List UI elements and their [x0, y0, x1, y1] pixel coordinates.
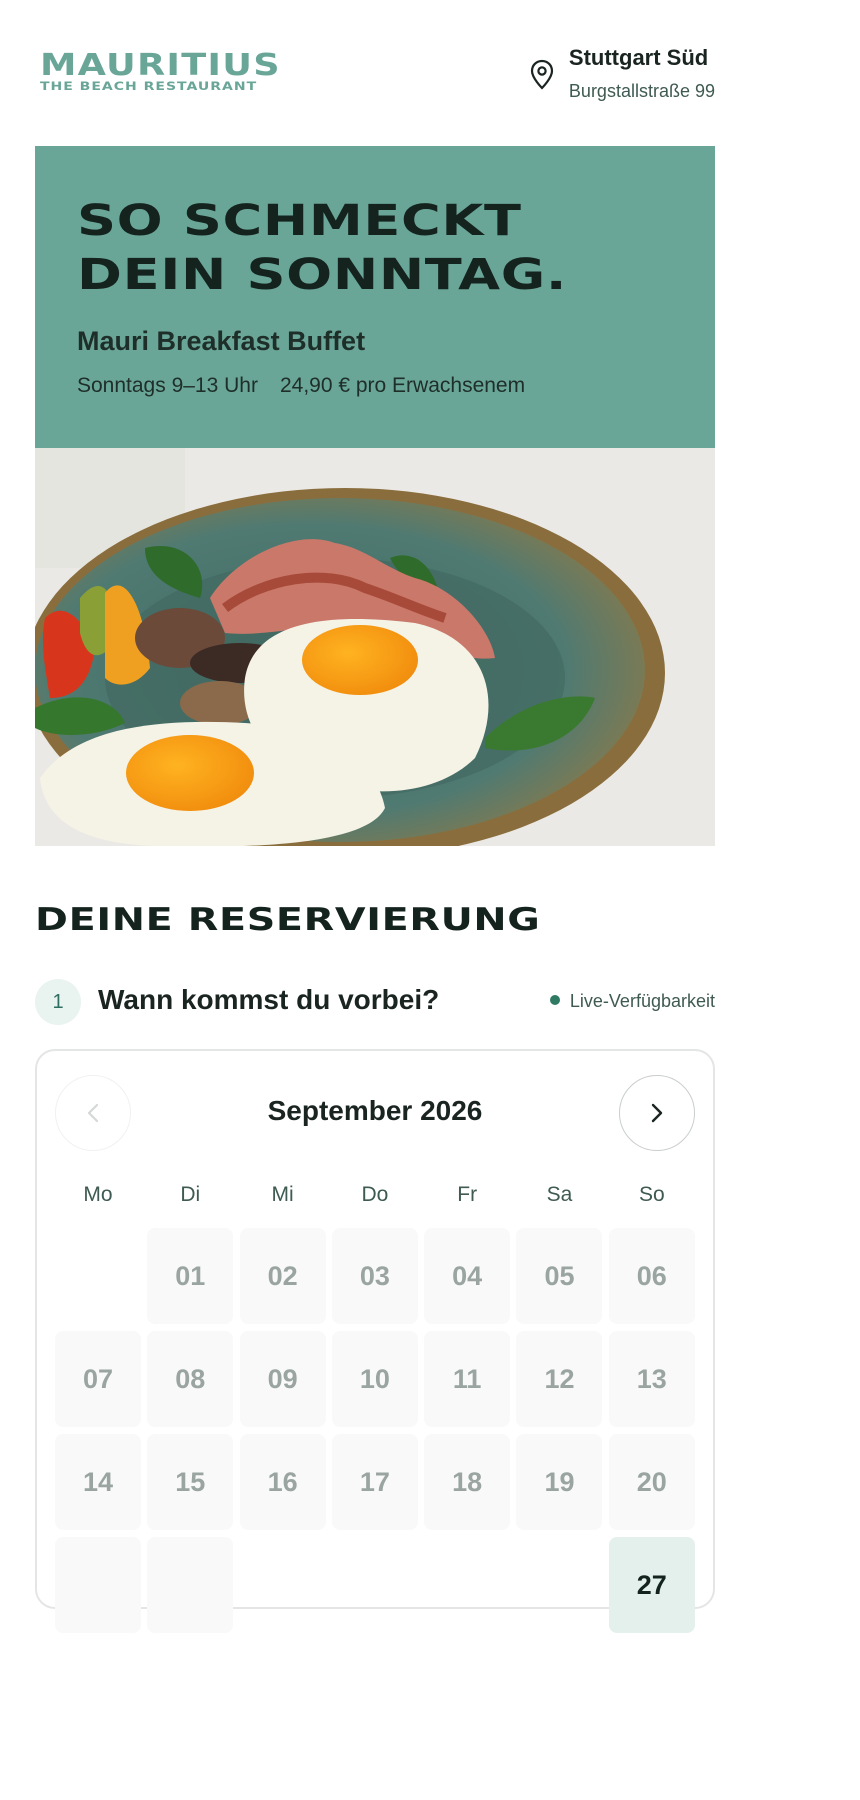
calendar-day[interactable]: 11	[424, 1331, 511, 1427]
live-availability-indicator: Live-Verfügbarkeit	[549, 991, 715, 1012]
logo-sub-text: THE BEACH RESTAURANT	[40, 79, 258, 93]
calendar-day[interactable]: 12	[516, 1331, 603, 1427]
calendar-day[interactable]	[147, 1537, 234, 1633]
logo[interactable]: MAURITIUS THE BEACH RESTAURANT	[40, 51, 280, 94]
hero-title-line-2: DEIN SONNTAG.	[77, 250, 568, 300]
calendar-day[interactable]: 01	[147, 1228, 234, 1324]
live-availability-label: Live-Verfügbarkeit	[569, 991, 715, 1011]
calendar-day[interactable]: 17	[331, 1434, 418, 1530]
weekday-label: Mo	[83, 1183, 113, 1206]
hero-subtitle: Mauri Breakfast Buffet	[77, 326, 366, 356]
calendar-day[interactable]: 06	[608, 1228, 695, 1324]
map-pin-icon	[530, 59, 554, 90]
step-number-badge: 1	[35, 979, 81, 1025]
calendar-empty-cell	[240, 1537, 326, 1633]
calendar-month-label: September 2026	[267, 1095, 483, 1126]
calendar-day[interactable]: 19	[516, 1434, 603, 1530]
weekday-header-row: Mo Di Mi Do Fr Sa So	[55, 1183, 697, 1207]
hero-title: SO SCHMECKT DEIN SONNTAG.	[77, 194, 567, 302]
calendar-day[interactable]: 18	[424, 1434, 511, 1530]
breakfast-plate-illustration	[35, 448, 715, 846]
calendar-day[interactable]: 13	[608, 1331, 695, 1427]
calendar-day[interactable]: 02	[239, 1228, 326, 1324]
site-header: MAURITIUS THE BEACH RESTAURANT Stuttgart…	[35, 40, 715, 110]
calendar-day[interactable]: 03	[331, 1228, 418, 1324]
date-picker-calendar: September 2026 Mo Di Mi Do Fr Sa So 01 0…	[35, 1049, 715, 1633]
calendar-day[interactable]	[55, 1537, 141, 1633]
step-label: Wann kommst du vorbei?	[98, 984, 440, 1015]
chevron-right-icon	[651, 1103, 663, 1123]
location-name: Stuttgart Süd	[568, 45, 709, 70]
next-month-button[interactable]	[619, 1075, 695, 1151]
calendar-day[interactable]: 08	[147, 1331, 234, 1427]
hero-meta: Sonntags 9–13 Uhr 24,90 € pro Erwachsenem	[77, 374, 525, 398]
calendar-day[interactable]: 05	[516, 1228, 603, 1324]
location-selector[interactable]: Stuttgart Süd Burgstallstraße 99	[530, 43, 715, 106]
reservation-title: DEINE RESERVIERUNG	[35, 902, 541, 938]
calendar-day[interactable]: 10	[331, 1331, 418, 1427]
weekday-label: Sa	[546, 1183, 573, 1206]
calendar-day[interactable]: 04	[424, 1228, 511, 1324]
location-street: Burgstallstraße 99	[568, 81, 715, 101]
calendar-empty-cell	[55, 1228, 141, 1324]
weekday-label: Di	[180, 1183, 201, 1206]
live-status-dot-icon	[549, 995, 560, 1005]
calendar-empty-cell	[332, 1537, 418, 1633]
weekday-label: Fr	[457, 1183, 478, 1206]
calendar-day[interactable]: 09	[239, 1331, 326, 1427]
calendar-day[interactable]: 16	[239, 1434, 326, 1530]
calendar-day-grid: 01 02 03 04 05 06 07 08 09 10 11 12 13 1…	[55, 1228, 697, 1633]
calendar-empty-cell	[516, 1537, 602, 1633]
calendar-day[interactable]: 14	[55, 1434, 141, 1530]
hero-banner: SO SCHMECKT DEIN SONNTAG. Mauri Breakfas…	[35, 146, 715, 448]
calendar-empty-cell	[424, 1537, 510, 1633]
calendar-day-selected[interactable]: 27	[608, 1537, 695, 1633]
hero-title-line-1: SO SCHMECKT	[77, 196, 522, 246]
weekday-label: So	[638, 1183, 665, 1206]
weekday-label: Mi	[271, 1183, 294, 1206]
logo-main-text: MAURITIUS	[40, 48, 281, 83]
calendar-day[interactable]: 07	[55, 1331, 141, 1427]
weekday-label: Do	[361, 1183, 389, 1206]
calendar-day[interactable]: 15	[147, 1434, 234, 1530]
hero-time: Sonntags 9–13 Uhr	[77, 374, 258, 397]
reservation-step-1: 1 Wann kommst du vorbei? Live-Verfügbark…	[35, 978, 715, 1026]
hero-price: 24,90 € pro Erwachsenem	[279, 374, 526, 397]
breakfast-plate-image	[35, 448, 715, 846]
calendar-day[interactable]: 20	[608, 1434, 695, 1530]
